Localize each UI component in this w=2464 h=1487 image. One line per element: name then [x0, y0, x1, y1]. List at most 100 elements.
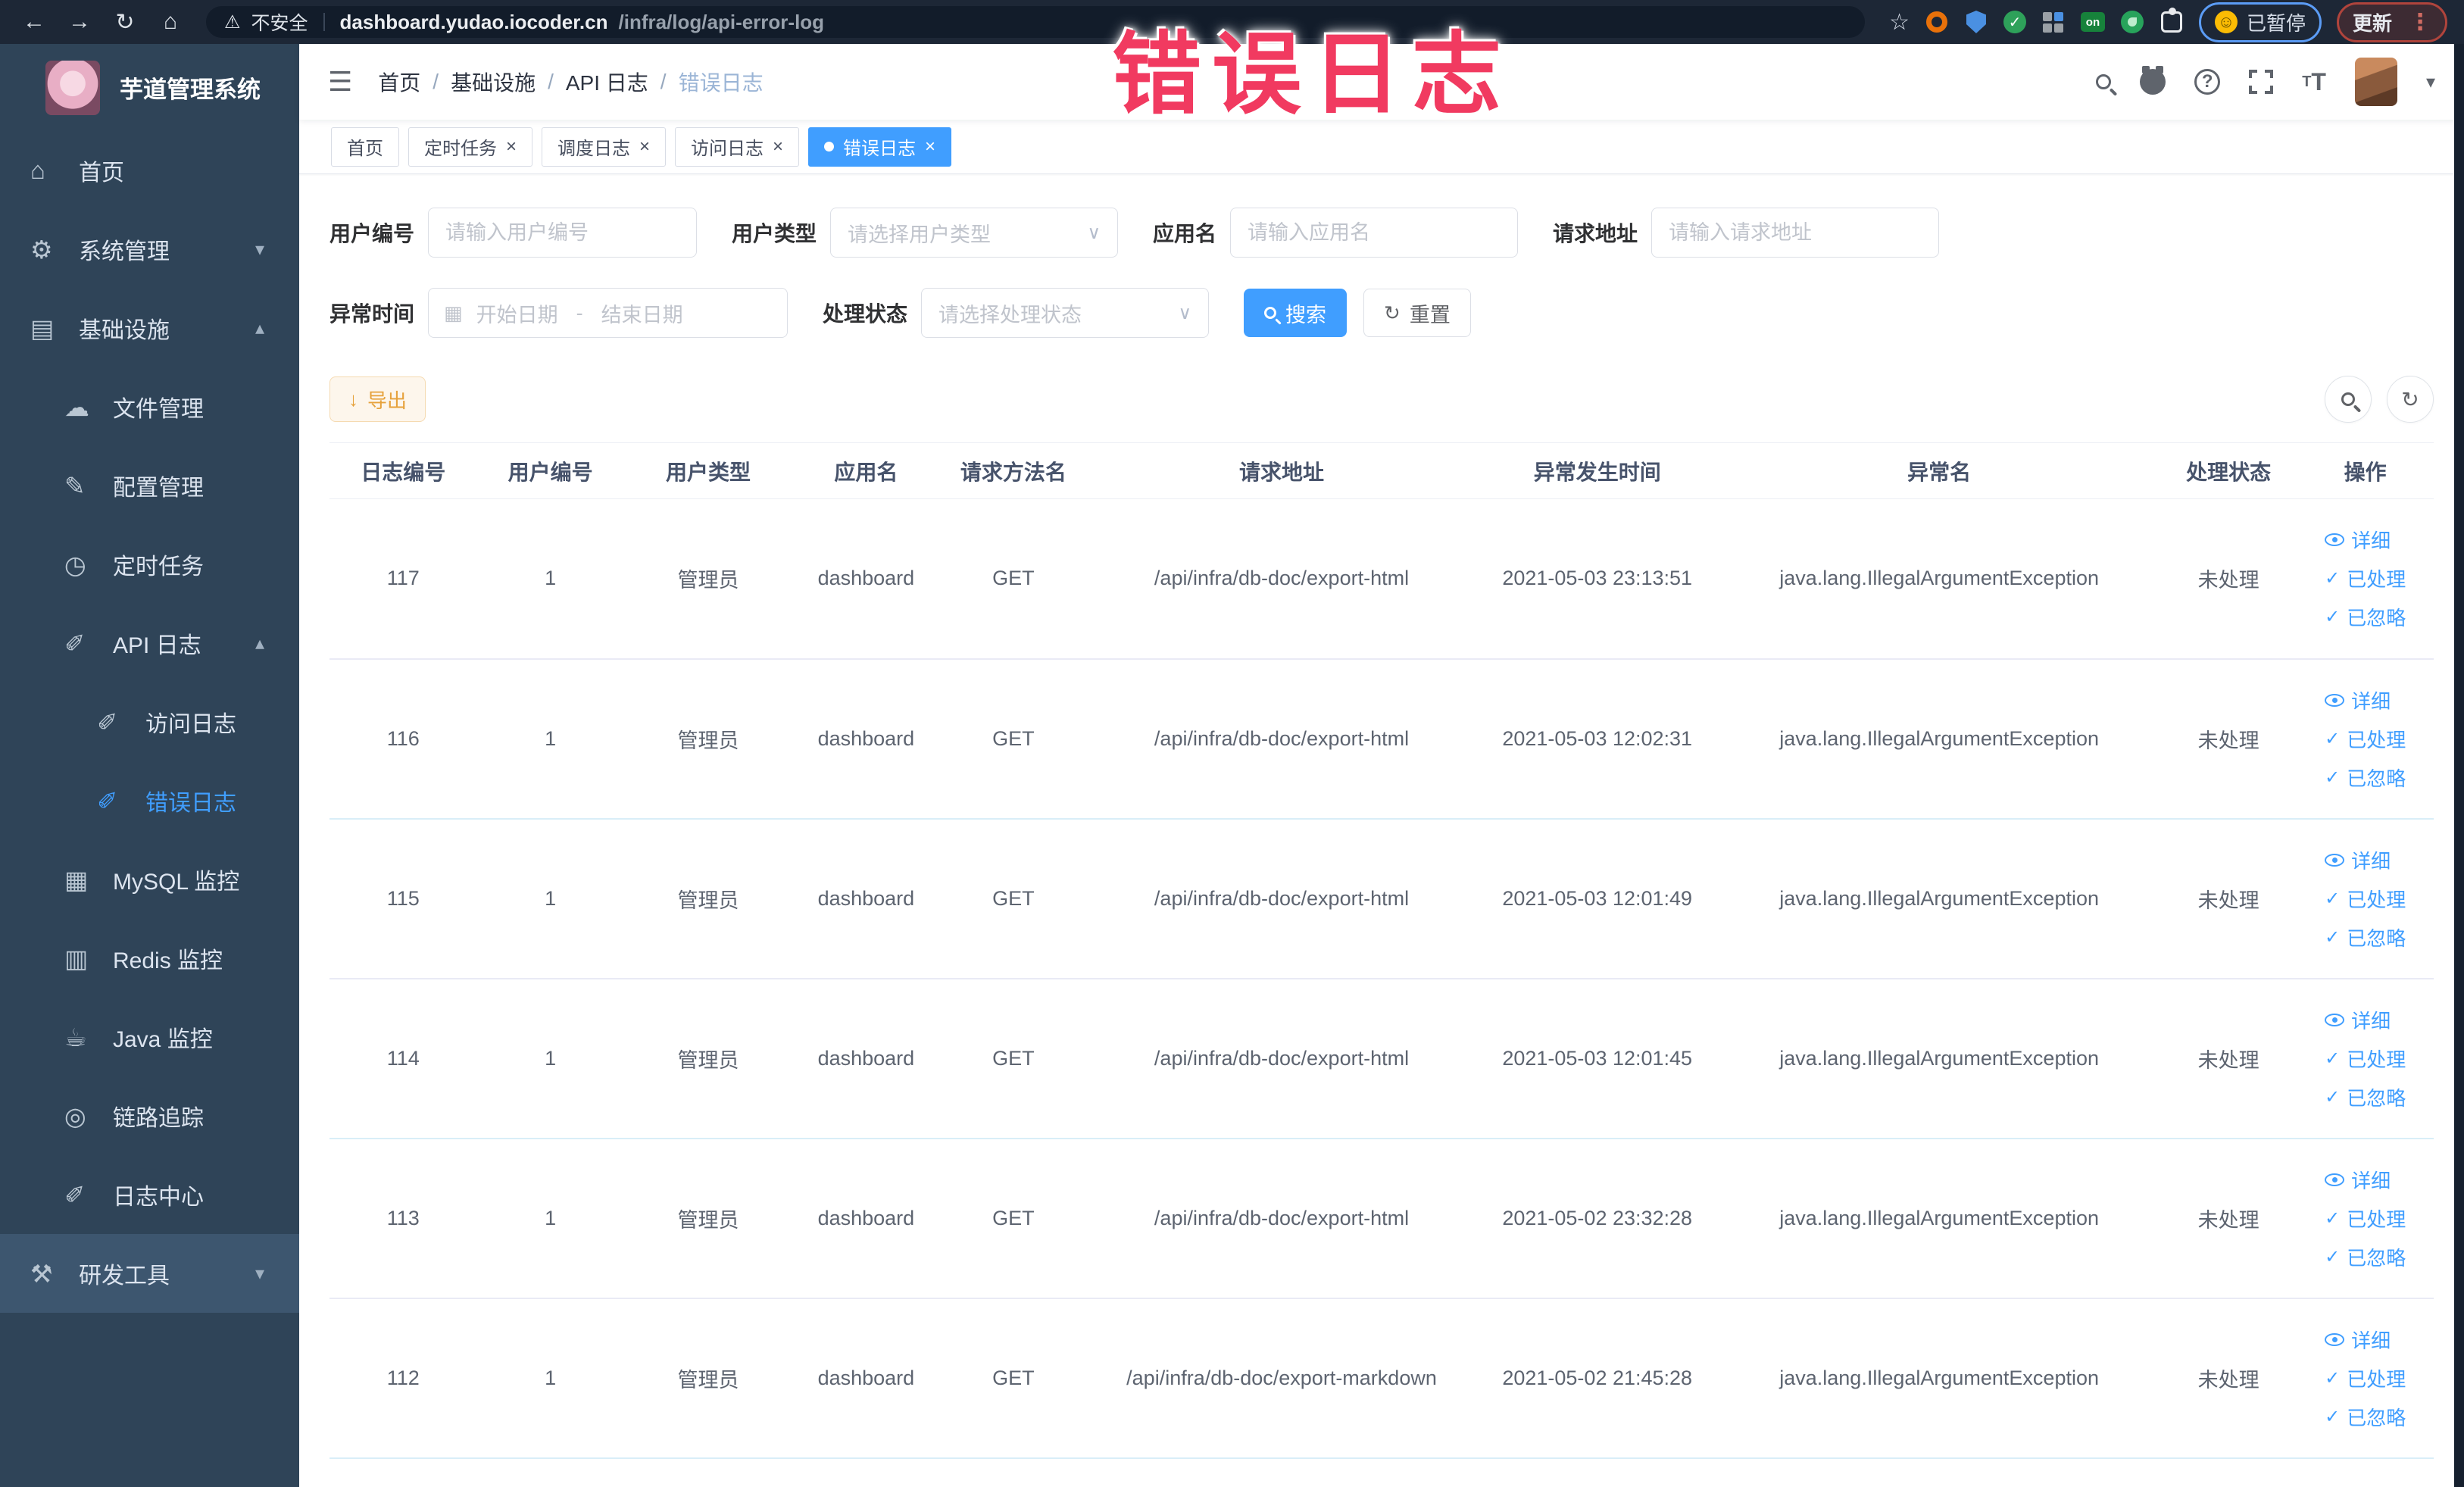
chevron-up-icon: ▴	[255, 317, 264, 339]
fullscreen-icon[interactable]	[2249, 70, 2274, 94]
mark-ignored-link[interactable]: ✓ 已忽略	[2325, 1083, 2406, 1111]
close-icon[interactable]: ×	[506, 136, 517, 158]
request-url-input[interactable]	[1651, 208, 1940, 258]
export-button[interactable]: ↓ 导出	[329, 376, 426, 422]
tab-home[interactable]: 首页	[331, 127, 399, 167]
sidebar-item-api-log[interactable]: ✐ API 日志 ▴	[0, 604, 299, 683]
tab-access-log[interactable]: 访问日志 ×	[675, 127, 800, 167]
search-icon[interactable]	[2096, 74, 2112, 89]
breadcrumb-item-api-log[interactable]: API 日志	[566, 67, 648, 97]
sidebar-item-log-center[interactable]: ✐ 日志中心	[0, 1155, 299, 1234]
page-content: 用户编号 用户类型 请选择用户类型 ∨ 应用名	[299, 174, 2464, 1487]
sidebar-item-infrastructure[interactable]: ▤ 基础设施 ▴	[0, 289, 299, 367]
not-secure-label[interactable]: 不安全	[251, 8, 308, 36]
breadcrumb-item-home[interactable]: 首页	[378, 67, 420, 97]
cell-exception-name: java.lang.IllegalArgumentException	[1718, 658, 2160, 820]
sidebar-item-dev-tools[interactable]: ⚒ 研发工具 ▾	[0, 1234, 299, 1313]
font-size-icon[interactable]: TT	[2302, 68, 2326, 96]
sidebar-item-tracing[interactable]: ◎ 链路追踪	[0, 1076, 299, 1155]
close-icon[interactable]: ×	[639, 136, 650, 158]
detail-link[interactable]: 详细	[2325, 686, 2391, 714]
toggle-search-button[interactable]	[2325, 376, 2372, 423]
extension-green-check-icon[interactable]: ✓	[2003, 11, 2026, 33]
url-host[interactable]: dashboard.yudao.iocoder.cn	[340, 11, 608, 34]
address-bar[interactable]: ⚠ 不安全 dashboard.yudao.iocoder.cn/infra/l…	[206, 6, 1866, 38]
mark-ignored-link[interactable]: ✓ 已忽略	[2325, 923, 2406, 951]
eye-icon	[2325, 853, 2345, 867]
col-header-app-name: 应用名	[792, 442, 940, 499]
detail-link[interactable]: 详细	[2325, 1166, 2391, 1194]
browser-menu-kebab-icon[interactable]: ⋮	[2409, 9, 2431, 36]
browser-back-icon[interactable]: ←	[17, 5, 52, 39]
browser-update-button[interactable]: 更新 ⋮	[2336, 2, 2447, 42]
detail-link[interactable]: 详细	[2325, 526, 2391, 554]
sidebar-item-redis-monitor[interactable]: ▥ Redis 监控	[0, 919, 299, 998]
date-range-picker[interactable]: ▦ 开始日期 - 结束日期	[428, 288, 789, 338]
sidebar-item-error-log[interactable]: ✐ 错误日志	[0, 761, 299, 840]
tab-schedule-log[interactable]: 调度日志 ×	[542, 127, 667, 167]
app-name-input[interactable]	[1230, 208, 1519, 258]
user-id-input[interactable]	[428, 208, 698, 258]
eye-icon	[2325, 1173, 2345, 1186]
sidebar: 芋道管理系统 ⌂ 首页 ⚙ 系统管理 ▾ ▤ 基础设施 ▴ ☁ 文件管理 ✎ 配…	[0, 44, 299, 1487]
tab-scheduled-jobs[interactable]: 定时任务 ×	[408, 127, 533, 167]
cell-log-id: 113	[329, 1138, 477, 1299]
extension-on-badge-icon[interactable]: on	[2080, 10, 2105, 34]
mark-ignored-link[interactable]: ✓ 已忽略	[2325, 603, 2406, 631]
mark-ignored-link[interactable]: ✓ 已忽略	[2325, 1403, 2406, 1431]
cell-status: 未处理	[2160, 658, 2297, 820]
caret-down-icon[interactable]: ▾	[2426, 71, 2435, 93]
mark-processed-link[interactable]: ✓ 已处理	[2325, 1204, 2406, 1232]
mark-ignored-link[interactable]: ✓ 已忽略	[2325, 764, 2406, 792]
sidebar-item-home[interactable]: ⌂ 首页	[0, 131, 299, 210]
check-icon: ✓	[2325, 926, 2341, 948]
refresh-table-button[interactable]: ↻	[2387, 376, 2434, 423]
search-button[interactable]: 搜索	[1244, 289, 1348, 337]
sidebar-item-mysql-monitor[interactable]: ▦ MySQL 监控	[0, 840, 299, 919]
sidebar-item-java-monitor[interactable]: ☕ Java 监控	[0, 998, 299, 1076]
user-type-select[interactable]: 请选择用户类型 ∨	[830, 208, 1119, 258]
detail-link[interactable]: 详细	[2325, 1006, 2391, 1034]
sidebar-item-access-log[interactable]: ✐ 访问日志	[0, 683, 299, 761]
layers-icon: ▥	[64, 944, 89, 973]
extension-orange-ring-icon[interactable]	[1925, 10, 1949, 34]
close-icon[interactable]: ×	[925, 136, 935, 158]
avatar[interactable]	[2354, 58, 2397, 106]
browser-reload-icon[interactable]: ↻	[108, 5, 142, 39]
eye-icon	[2325, 1013, 2345, 1026]
process-status-select[interactable]: 请选择处理状态 ∨	[921, 288, 1210, 338]
tab-error-log[interactable]: 错误日志 ×	[808, 127, 952, 167]
cell-log-id: 116	[329, 658, 477, 820]
extension-shield-icon[interactable]	[1964, 10, 1988, 34]
mark-processed-link[interactable]: ✓ 已处理	[2325, 725, 2406, 753]
sidebar-item-scheduled-jobs[interactable]: ◷ 定时任务	[0, 525, 299, 604]
mark-ignored-link[interactable]: ✓ 已忽略	[2325, 1243, 2406, 1271]
browser-home-icon[interactable]: ⌂	[153, 5, 188, 39]
reset-button[interactable]: ↻ 重置	[1363, 289, 1471, 337]
bookmark-star-icon[interactable]: ☆	[1889, 9, 1910, 36]
mark-processed-link[interactable]: ✓ 已处理	[2325, 1364, 2406, 1392]
detail-link[interactable]: 详细	[2325, 846, 2391, 874]
breadcrumb-item-infrastructure[interactable]: 基础设施	[451, 67, 536, 97]
extension-grid-icon[interactable]	[2041, 10, 2066, 34]
detail-link[interactable]: 详细	[2325, 1326, 2391, 1354]
cell-status: 未处理	[2160, 1138, 2297, 1299]
sidebar-logo[interactable]: 芋道管理系统	[0, 44, 299, 131]
filter-user-type: 用户类型 请选择用户类型 ∨	[732, 208, 1119, 258]
profile-paused-badge[interactable]: ☺ 已暂停	[2198, 2, 2322, 42]
close-icon[interactable]: ×	[773, 136, 783, 158]
mark-processed-link[interactable]: ✓ 已处理	[2325, 1045, 2406, 1073]
extensions-puzzle-icon[interactable]	[2160, 8, 2184, 34]
sidebar-item-file-management[interactable]: ☁ 文件管理	[0, 367, 299, 446]
breadcrumb: 首页 / 基础设施 / API 日志 / 错误日志	[378, 67, 763, 97]
page-scrollbar[interactable]	[2454, 44, 2464, 1487]
help-icon[interactable]: ?	[2194, 69, 2221, 95]
github-icon[interactable]	[2140, 66, 2166, 95]
sidebar-item-system-management[interactable]: ⚙ 系统管理 ▾	[0, 210, 299, 289]
browser-forward-icon[interactable]: →	[62, 5, 97, 39]
extension-sprout-icon[interactable]	[2120, 10, 2144, 34]
sidebar-item-config-management[interactable]: ✎ 配置管理	[0, 446, 299, 525]
mark-processed-link[interactable]: ✓ 已处理	[2325, 885, 2406, 913]
mark-processed-link[interactable]: ✓ 已处理	[2325, 564, 2406, 592]
collapse-sidebar-icon[interactable]: ☰	[328, 66, 352, 98]
